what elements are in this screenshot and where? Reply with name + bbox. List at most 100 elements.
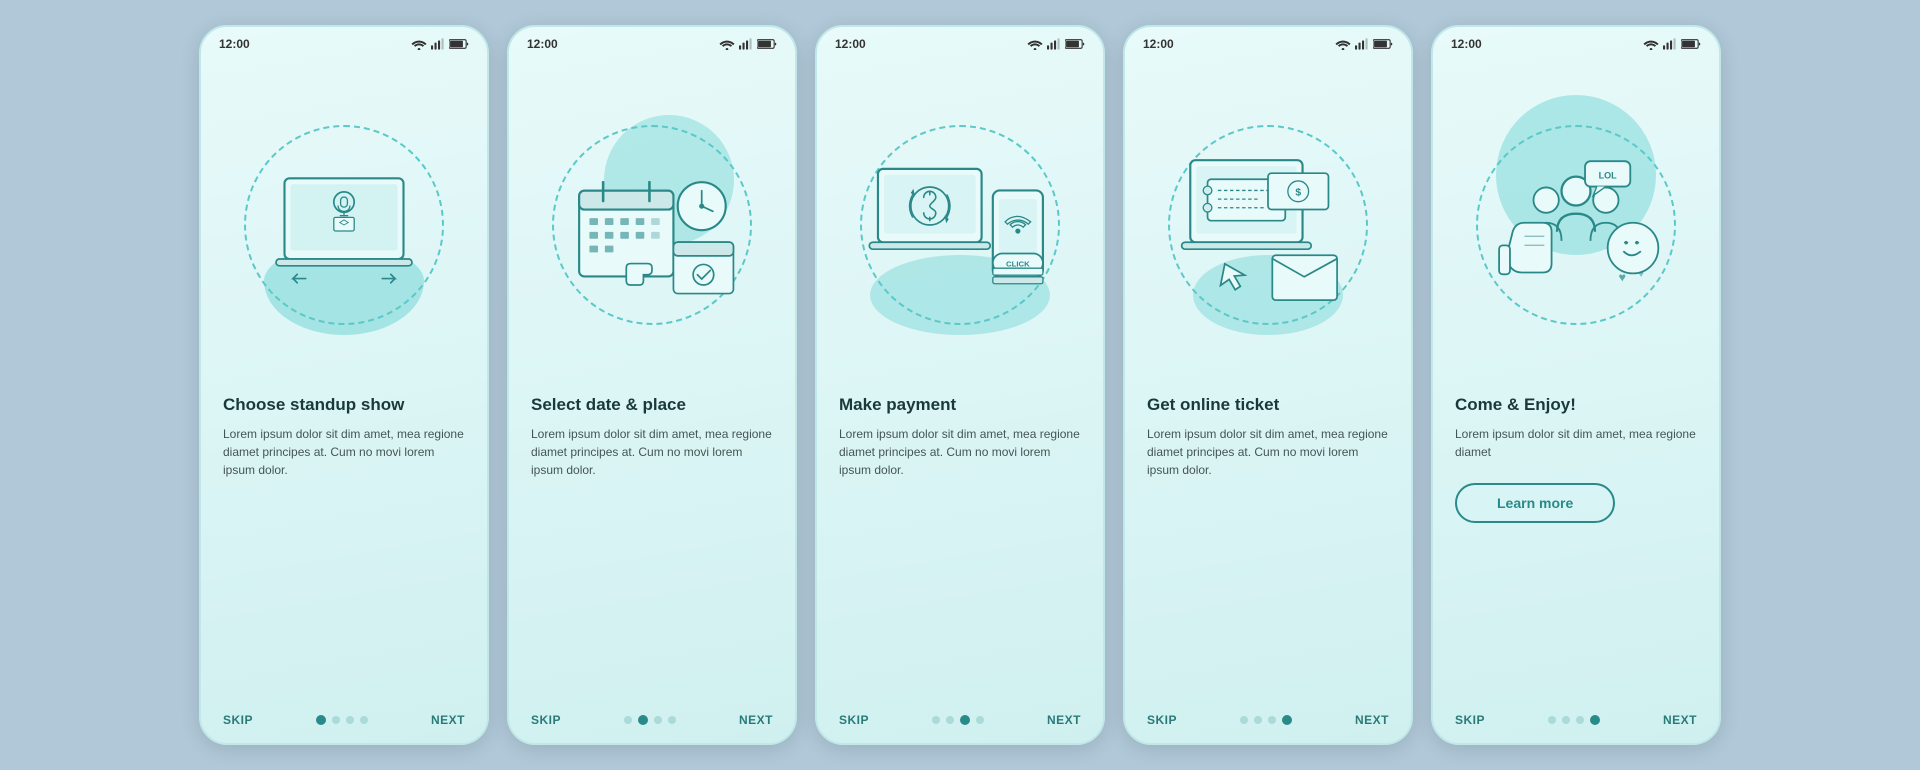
battery-icon-4 bbox=[1373, 38, 1393, 50]
learn-more-button[interactable]: Learn more bbox=[1455, 483, 1615, 523]
status-icons-2 bbox=[719, 38, 777, 50]
dot-5-1 bbox=[1548, 716, 1556, 724]
dot-2-3 bbox=[654, 716, 662, 724]
next-button-4[interactable]: NEXT bbox=[1355, 713, 1389, 727]
enjoy-icon: LOL ♥ ♥ bbox=[1481, 140, 1671, 310]
screen-1: 12:00 bbox=[199, 25, 489, 745]
time-1: 12:00 bbox=[219, 37, 250, 51]
dot-1-1 bbox=[316, 715, 326, 725]
signal-icon-2 bbox=[739, 38, 753, 50]
screen-body-5: Lorem ipsum dolor sit dim amet, mea regi… bbox=[1455, 425, 1697, 461]
text-content-4: Get online ticket Lorem ipsum dolor sit … bbox=[1125, 395, 1411, 699]
laptop-mic-icon bbox=[259, 150, 429, 300]
bottom-nav-4: SKIP NEXT bbox=[1125, 699, 1411, 743]
signal-icon bbox=[431, 38, 445, 50]
screen-3: 12:00 bbox=[815, 25, 1105, 745]
bottom-nav-1: SKIP NEXT bbox=[201, 699, 487, 743]
dot-4-1 bbox=[1240, 716, 1248, 724]
dot-1-3 bbox=[346, 716, 354, 724]
battery-icon bbox=[449, 38, 469, 50]
skip-button-3[interactable]: SKIP bbox=[839, 713, 869, 727]
time-4: 12:00 bbox=[1143, 37, 1174, 51]
calendar-clock-icon bbox=[562, 145, 742, 305]
payment-icon: CLICK bbox=[865, 140, 1055, 310]
text-content-1: Choose standup show Lorem ipsum dolor si… bbox=[201, 395, 487, 699]
dot-1-4 bbox=[360, 716, 368, 724]
status-bar-3: 12:00 bbox=[817, 27, 1103, 55]
next-button-1[interactable]: NEXT bbox=[431, 713, 465, 727]
svg-text:CLICK: CLICK bbox=[1006, 259, 1030, 268]
wifi-icon-3 bbox=[1027, 38, 1043, 50]
status-bar-1: 12:00 bbox=[201, 27, 487, 55]
status-icons-4 bbox=[1335, 38, 1393, 50]
dashed-circle-1 bbox=[244, 125, 444, 325]
dot-5-3 bbox=[1576, 716, 1584, 724]
screen-title-3: Make payment bbox=[839, 395, 1081, 415]
dashed-circle-4: $ bbox=[1168, 125, 1368, 325]
ticket-icon: $ bbox=[1173, 140, 1363, 310]
screen-4: 12:00 bbox=[1123, 25, 1413, 745]
dots-5 bbox=[1548, 715, 1600, 725]
signal-icon-3 bbox=[1047, 38, 1061, 50]
svg-text:♥: ♥ bbox=[1619, 271, 1627, 285]
dot-4-2 bbox=[1254, 716, 1262, 724]
screen-body-3: Lorem ipsum dolor sit dim amet, mea regi… bbox=[839, 425, 1081, 479]
dot-5-2 bbox=[1562, 716, 1570, 724]
skip-button-4[interactable]: SKIP bbox=[1147, 713, 1177, 727]
wifi-icon-5 bbox=[1643, 38, 1659, 50]
next-button-5[interactable]: NEXT bbox=[1663, 713, 1697, 727]
dashed-circle-2 bbox=[552, 125, 752, 325]
dot-3-4 bbox=[976, 716, 984, 724]
screen-body-2: Lorem ipsum dolor sit dim amet, mea regi… bbox=[531, 425, 773, 479]
status-icons-3 bbox=[1027, 38, 1085, 50]
battery-icon-2 bbox=[757, 38, 777, 50]
status-bar-2: 12:00 bbox=[509, 27, 795, 55]
dot-3-3 bbox=[960, 715, 970, 725]
text-content-3: Make payment Lorem ipsum dolor sit dim a… bbox=[817, 395, 1103, 699]
battery-icon-3 bbox=[1065, 38, 1085, 50]
skip-button-2[interactable]: SKIP bbox=[531, 713, 561, 727]
dot-3-1 bbox=[932, 716, 940, 724]
time-5: 12:00 bbox=[1451, 37, 1482, 51]
dot-2-1 bbox=[624, 716, 632, 724]
skip-button-5[interactable]: SKIP bbox=[1455, 713, 1485, 727]
screen-title-4: Get online ticket bbox=[1147, 395, 1389, 415]
text-content-5: Come & Enjoy! Lorem ipsum dolor sit dim … bbox=[1433, 395, 1719, 699]
dots-1 bbox=[316, 715, 368, 725]
skip-button-1[interactable]: SKIP bbox=[223, 713, 253, 727]
next-button-2[interactable]: NEXT bbox=[739, 713, 773, 727]
svg-text:LOL: LOL bbox=[1599, 170, 1618, 180]
bottom-nav-5: SKIP NEXT bbox=[1433, 699, 1719, 743]
screen-body-4: Lorem ipsum dolor sit dim amet, mea regi… bbox=[1147, 425, 1389, 479]
dot-3-2 bbox=[946, 716, 954, 724]
signal-icon-5 bbox=[1663, 38, 1677, 50]
status-bar-5: 12:00 bbox=[1433, 27, 1719, 55]
illustration-2 bbox=[509, 55, 795, 395]
dashed-circle-5: LOL ♥ ♥ bbox=[1476, 125, 1676, 325]
screen-5: 12:00 bbox=[1431, 25, 1721, 745]
screen-title-5: Come & Enjoy! bbox=[1455, 395, 1697, 415]
dashed-circle-3: CLICK bbox=[860, 125, 1060, 325]
illustration-5: LOL ♥ ♥ bbox=[1433, 55, 1719, 395]
illustration-4: $ bbox=[1125, 55, 1411, 395]
wifi-icon-4 bbox=[1335, 38, 1351, 50]
bottom-nav-2: SKIP NEXT bbox=[509, 699, 795, 743]
screen-title-1: Choose standup show bbox=[223, 395, 465, 415]
dot-2-4 bbox=[668, 716, 676, 724]
illustration-1 bbox=[201, 55, 487, 395]
wifi-icon bbox=[411, 38, 427, 50]
bottom-nav-3: SKIP NEXT bbox=[817, 699, 1103, 743]
screen-2: 12:00 bbox=[507, 25, 797, 745]
next-button-3[interactable]: NEXT bbox=[1047, 713, 1081, 727]
illustration-3: CLICK bbox=[817, 55, 1103, 395]
screen-body-1: Lorem ipsum dolor sit dim amet, mea regi… bbox=[223, 425, 465, 479]
wifi-icon-2 bbox=[719, 38, 735, 50]
dots-4 bbox=[1240, 715, 1292, 725]
dots-2 bbox=[624, 715, 676, 725]
dot-1-2 bbox=[332, 716, 340, 724]
status-icons-5 bbox=[1643, 38, 1701, 50]
screen-title-2: Select date & place bbox=[531, 395, 773, 415]
status-bar-4: 12:00 bbox=[1125, 27, 1411, 55]
signal-icon-4 bbox=[1355, 38, 1369, 50]
dot-2-2 bbox=[638, 715, 648, 725]
